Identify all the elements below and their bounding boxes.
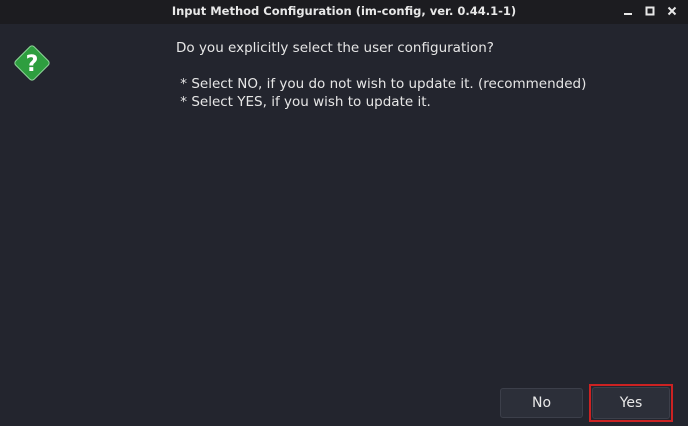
close-icon [667, 6, 677, 16]
minimize-icon [624, 13, 632, 15]
question-text: Do you explicitly select the user config… [176, 40, 494, 56]
option-no-text: * Select NO, if you do not wish to updat… [176, 76, 587, 92]
option-yes-text: * Select YES, if you wish to update it. [176, 94, 431, 110]
yes-button[interactable]: Yes [592, 387, 670, 419]
minimize-button[interactable] [620, 3, 636, 19]
maximize-button[interactable] [642, 3, 658, 19]
dialog-content: ? Do you explicitly select the user conf… [0, 24, 688, 426]
maximize-icon [645, 6, 655, 16]
question-icon: ? [14, 45, 50, 81]
dialog-message: Do you explicitly select the user config… [176, 39, 586, 111]
dialog-window: Input Method Configuration (im-config, v… [0, 0, 688, 426]
window-controls [620, 3, 680, 19]
title-bar[interactable]: Input Method Configuration (im-config, v… [0, 0, 688, 24]
window-title: Input Method Configuration (im-config, v… [171, 4, 517, 18]
message-spacer [176, 57, 586, 75]
no-button[interactable]: No [500, 388, 583, 418]
svg-text:?: ? [26, 52, 39, 77]
close-button[interactable] [664, 3, 680, 19]
